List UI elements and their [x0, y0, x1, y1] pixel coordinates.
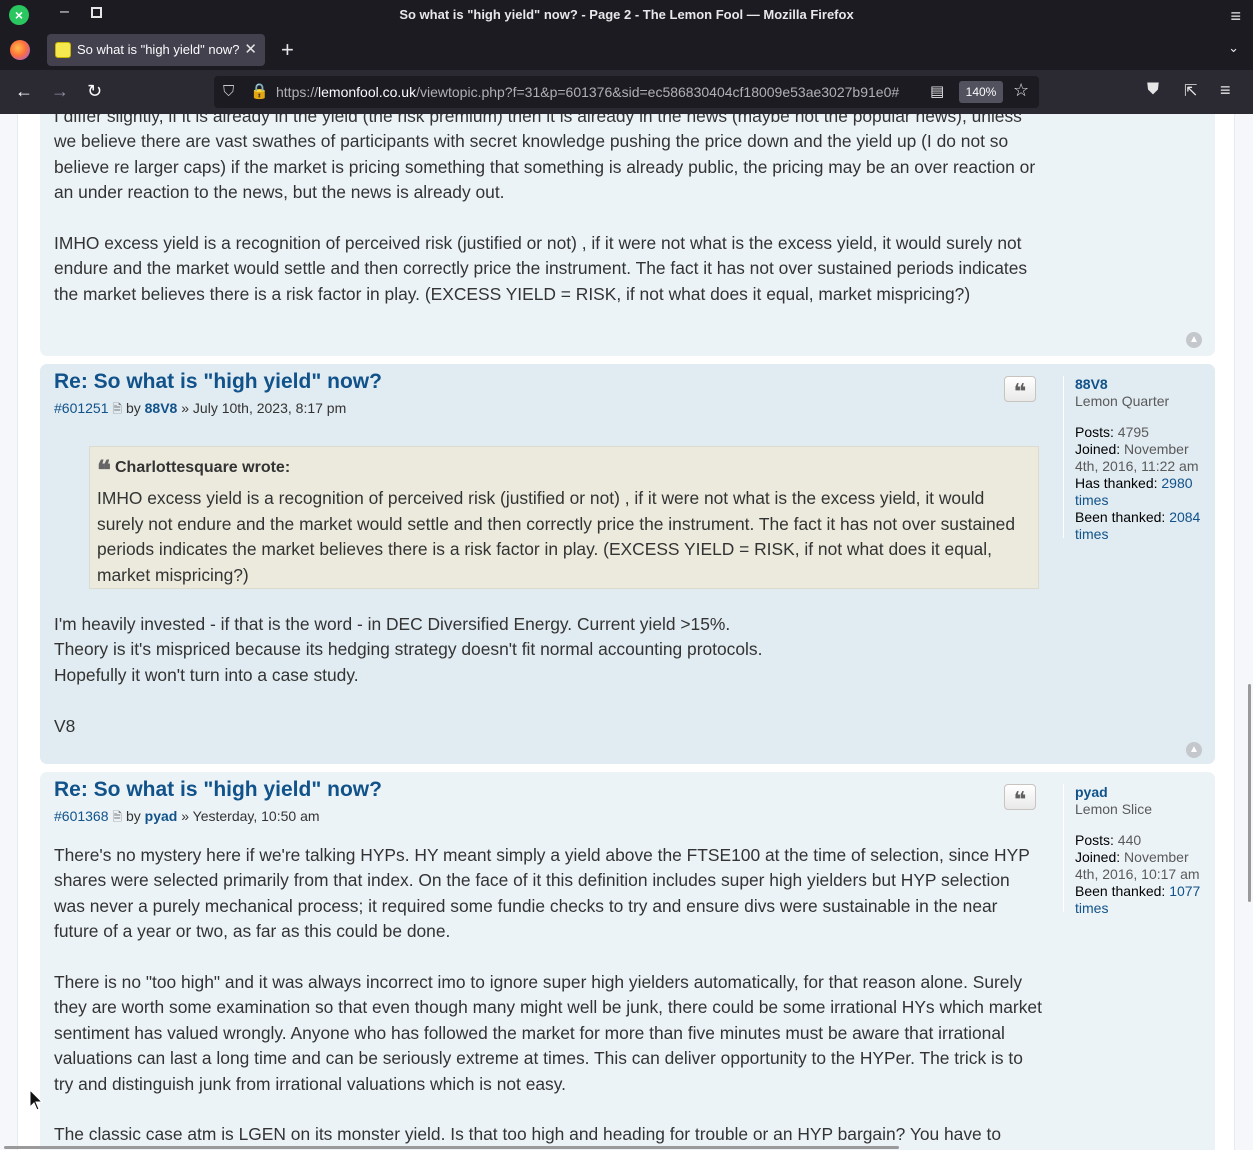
profile-joined: Joined: November 4th, 2016, 10:17 am — [1075, 849, 1213, 883]
back-to-top-icon[interactable]: ▲ — [1186, 742, 1202, 758]
extensions-icon[interactable]: ⇱ — [1184, 81, 1197, 101]
post-previous: I differ slightly, if it is already in t… — [40, 114, 1215, 356]
profile-rank: Lemon Quarter — [1075, 393, 1170, 409]
window-titlebar: × – So what is "high yield" now? - Page … — [0, 0, 1253, 30]
url-host: lemonfool.co.uk — [318, 84, 417, 100]
lock-icon[interactable]: 🔒 — [250, 82, 269, 100]
post-icon[interactable]: 🗎 — [112, 810, 122, 824]
url-prefix: https:// — [276, 84, 319, 100]
tracking-shield-icon[interactable]: ⛉ — [223, 83, 234, 100]
tab-title: So what is "high yield" now? - Page 2 — [77, 42, 242, 57]
profile-joined-label: Joined: — [1075, 849, 1121, 865]
new-tab-button[interactable]: + — [281, 37, 294, 63]
profile-posts-value: 4795 — [1117, 424, 1149, 440]
pocket-icon[interactable]: ⛊ — [1147, 81, 1159, 99]
forward-button[interactable]: → — [51, 81, 69, 102]
post-date: July 10th, 2023, 8:17 pm — [192, 400, 347, 416]
post-line: Theory is it's mispriced because its hed… — [54, 639, 763, 660]
post-by-label: by — [125, 808, 141, 824]
post-title[interactable]: Re: So what is "high yield" now? — [54, 370, 1044, 394]
post-meta: #601251 🗎 by 88V8 » July 10th, 2023, 8:1… — [54, 400, 1044, 421]
vertical-scrollbar[interactable] — [1248, 684, 1251, 902]
tab-strip: So what is "high yield" now? - Page 2 ✕ … — [0, 30, 1253, 70]
url-path: /viewtopic.php?f=31&p=601376&sid=ec58683… — [416, 84, 900, 100]
back-to-top-icon[interactable]: ▲ — [1186, 332, 1202, 348]
post-title[interactable]: Re: So what is "high yield" now? — [54, 778, 1044, 802]
zoom-level-badge[interactable]: 140% — [959, 81, 1003, 103]
profile-posts-label: Posts: — [1075, 424, 1114, 440]
tab-list-chevron-icon[interactable]: ⌄ — [1228, 40, 1239, 56]
bookmark-star-icon[interactable]: ☆ — [1013, 80, 1029, 101]
navigation-toolbar: ← → ↻ ⛉ 🔒 https://lemonfool.co.uk/viewto… — [0, 70, 1253, 114]
profile-username[interactable]: pyad — [1075, 784, 1213, 801]
post-author-link[interactable]: pyad — [145, 808, 178, 824]
post-line: Hopefully it won't turn into a case stud… — [54, 664, 359, 685]
post-profile: 88V8 Lemon Quarter Posts: 4795 Joined: N… — [1063, 376, 1213, 542]
profile-username[interactable]: 88V8 — [1075, 376, 1213, 393]
profile-posts-value: 440 — [1117, 832, 1142, 848]
quote-text: IMHO excess yield is a recognition of pe… — [97, 488, 1016, 585]
post-author-link[interactable]: 88V8 — [145, 400, 178, 416]
quote-author: Charlottesquare wrote: — [115, 459, 291, 476]
profile-joined: Joined: November 4th, 2016, 11:22 am — [1075, 441, 1213, 475]
profile-been-thanked: Been thanked: 1077 times — [1075, 883, 1213, 917]
profile-been-thanked-label: Been thanked: — [1075, 883, 1166, 899]
quote-content: ❝ Charlottesquare wrote: IMHO excess yiel… — [90, 447, 1038, 588]
post-permalink[interactable]: #601251 — [54, 400, 109, 416]
back-button[interactable]: ← — [15, 81, 33, 102]
date-separator: » — [181, 400, 190, 416]
quote-cite: ❝ Charlottesquare wrote: — [97, 455, 1031, 484]
tab-active[interactable]: So what is "high yield" now? - Page 2 ✕ — [47, 34, 265, 66]
reader-view-icon[interactable]: ▤ — [930, 82, 944, 100]
url-bar[interactable]: ⛉ 🔒 https://lemonfool.co.uk/viewtopic.ph… — [214, 76, 1039, 108]
post-main: Re: So what is "high yield" now? #601251… — [54, 370, 1044, 421]
profile-has-thanked-label: Has thanked: — [1075, 475, 1158, 491]
post-content: I differ slightly, if it is already in t… — [54, 114, 1044, 307]
profile-posts-label: Posts: — [1075, 832, 1114, 848]
window-menu-icon[interactable]: ≡ — [1230, 6, 1241, 27]
post-by-label: by — [125, 400, 141, 416]
forum-wrapper: I differ slightly, if it is already in t… — [17, 114, 1235, 1150]
profile-rank: Lemon Slice — [1075, 801, 1153, 817]
post-paragraph: The classic case atm is LGEN on its mons… — [54, 1124, 1002, 1145]
post-601368: Re: So what is "high yield" now? #601368… — [40, 772, 1215, 1150]
post-icon[interactable]: 🗎 — [112, 402, 122, 416]
post-date: Yesterday, 10:50 am — [192, 808, 320, 824]
mouse-pointer-icon — [29, 1089, 43, 1111]
date-separator: » — [181, 808, 190, 824]
tab-close-icon[interactable]: ✕ — [244, 40, 257, 58]
profile-posts: Posts: 4795 — [1075, 424, 1213, 441]
horizontal-scrollbar[interactable] — [4, 1146, 899, 1149]
post-signoff: V8 — [54, 715, 76, 736]
post-content: There's no mystery here if we're talking… — [54, 843, 1044, 1148]
post-paragraph: There is no "too high" and it was always… — [54, 972, 1042, 1094]
quote-button[interactable]: ❝ — [1004, 784, 1036, 812]
reload-button[interactable]: ↻ — [87, 81, 102, 102]
app-menu-icon[interactable]: ≡ — [1220, 80, 1231, 101]
post-content: I'm heavily invested - if that is the wo… — [54, 612, 1044, 739]
profile-been-thanked: Been thanked: 2084 times — [1075, 509, 1213, 543]
profile-joined-label: Joined: — [1075, 441, 1121, 457]
page-viewport: I differ slightly, if it is already in t… — [0, 114, 1253, 1150]
url-text[interactable]: https://lemonfool.co.uk/viewtopic.php?f=… — [276, 84, 926, 100]
post-paragraph: There's no mystery here if we're talking… — [54, 845, 1030, 942]
quote-button[interactable]: ❝ — [1004, 376, 1036, 404]
post-main: Re: So what is "high yield" now? #601368… — [54, 778, 1044, 829]
post-line: I'm heavily invested - if that is the wo… — [54, 614, 731, 634]
post-paragraph: IMHO excess yield is a recognition of pe… — [54, 233, 1028, 304]
post-601251: Re: So what is "high yield" now? #601251… — [40, 364, 1215, 764]
window-title: So what is "high yield" now? - Page 2 - … — [399, 7, 854, 22]
post-paragraph: I differ slightly, if it is already in t… — [54, 114, 1036, 203]
firefox-icon — [10, 40, 30, 60]
post-meta: #601368 🗎 by pyad » Yesterday, 10:50 am — [54, 808, 1044, 829]
profile-has-thanked: Has thanked: 2980 times — [1075, 475, 1213, 509]
profile-posts: Posts: 440 — [1075, 832, 1213, 849]
quote-block: ❝ Charlottesquare wrote: IMHO excess yiel… — [89, 446, 1039, 589]
quote-mark-icon: ❝ — [97, 456, 111, 486]
post-profile: pyad Lemon Slice Posts: 440 Joined: Nove… — [1063, 784, 1213, 916]
lemon-favicon-icon — [55, 42, 71, 58]
profile-been-thanked-label: Been thanked: — [1075, 509, 1166, 525]
post-permalink[interactable]: #601368 — [54, 808, 109, 824]
